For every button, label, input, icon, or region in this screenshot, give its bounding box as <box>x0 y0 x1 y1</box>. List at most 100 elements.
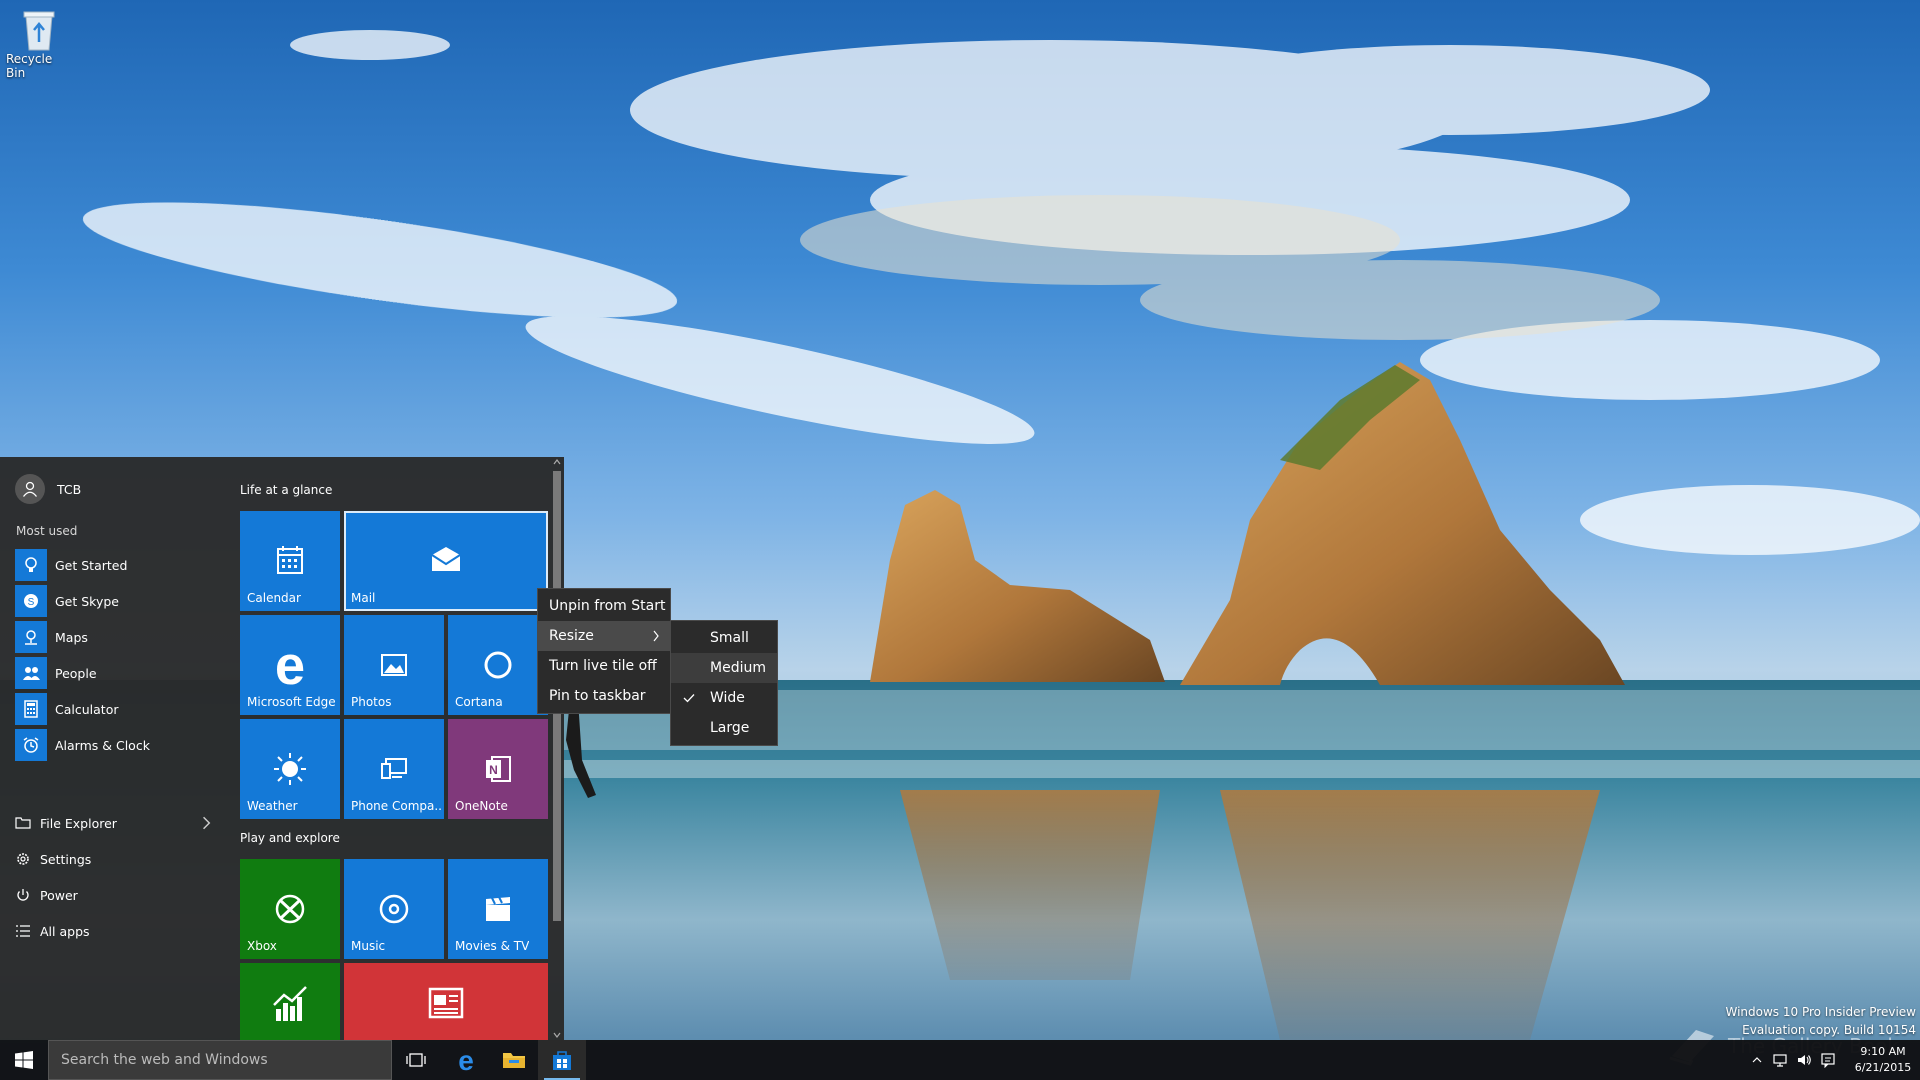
menu-item-medium[interactable]: Medium <box>671 653 777 683</box>
mail-icon <box>431 547 461 571</box>
folder-icon <box>503 1053 525 1068</box>
taskbar-edge-button[interactable]: e <box>442 1040 490 1080</box>
user-name: TCB <box>57 481 82 497</box>
chevron-right-icon <box>653 630 659 642</box>
desktop: Recycle Bin TCB Most used Get Started S … <box>0 0 1920 1080</box>
calculator-icon <box>24 700 38 718</box>
tile-onenote[interactable]: N OneNote <box>448 719 548 819</box>
tile-context-menu: Unpin from Start Resize Turn live tile o… <box>537 588 671 714</box>
taskbar-store-button[interactable] <box>538 1040 586 1080</box>
menu-item-pin-to-taskbar[interactable]: Pin to taskbar <box>538 681 670 711</box>
taskbar-file-explorer-button[interactable] <box>490 1040 538 1080</box>
app-item-get-skype[interactable]: S Get Skype <box>15 583 215 619</box>
tile-music[interactable]: Music <box>344 859 444 959</box>
tile-phone-companion[interactable]: Phone Compa... <box>344 719 444 819</box>
taskbar: e 9:10 AM 6/21/2015 <box>0 1040 1920 1080</box>
list-icon <box>16 925 30 937</box>
user-icon <box>22 481 38 497</box>
scroll-down-icon[interactable] <box>551 1030 563 1040</box>
lightbulb-icon <box>25 557 37 572</box>
clock-date: 6/21/2015 <box>1854 1061 1912 1074</box>
svg-text:N: N <box>489 763 498 777</box>
search-input[interactable] <box>59 1051 379 1069</box>
user-account-button[interactable]: TCB <box>15 474 81 504</box>
tile-microsoft-edge[interactable]: e Microsoft Edge <box>240 615 340 715</box>
tile-mail[interactable]: Mail <box>344 511 548 611</box>
app-item-maps[interactable]: Maps <box>15 619 215 655</box>
tile-xbox[interactable]: Xbox <box>240 859 340 959</box>
xbox-icon <box>275 894 305 924</box>
svg-text:e: e <box>458 1047 474 1073</box>
volume-icon[interactable] <box>1796 1052 1812 1068</box>
scroll-up-icon[interactable] <box>551 457 563 467</box>
app-item-get-started[interactable]: Get Started <box>15 547 215 583</box>
menu-item-resize[interactable]: Resize <box>538 621 670 651</box>
folder-icon <box>15 817 31 829</box>
file-explorer-button[interactable]: File Explorer <box>15 809 215 837</box>
alarm-clock-icon <box>23 737 39 753</box>
gear-icon <box>17 853 29 865</box>
most-used-list: Get Started S Get Skype Maps People Calc… <box>15 547 215 763</box>
clock-time: 9:10 AM <box>1860 1045 1906 1058</box>
tile-calendar[interactable]: Calendar <box>240 511 340 611</box>
news-icon <box>428 987 464 1019</box>
task-view-button[interactable] <box>392 1040 440 1080</box>
menu-item-turn-live-tile-off[interactable]: Turn live tile off <box>538 651 670 681</box>
tile-cortana[interactable]: Cortana <box>448 615 548 715</box>
all-apps-button[interactable]: All apps <box>15 917 215 945</box>
power-icon <box>17 889 29 901</box>
windows-logo-icon <box>15 1051 33 1069</box>
tile-photos[interactable]: Photos <box>344 615 444 715</box>
maps-icon <box>25 630 37 645</box>
tile-movies-tv[interactable]: Movies & TV <box>448 859 548 959</box>
recycle-bin-icon <box>23 11 55 51</box>
start-button[interactable] <box>0 1040 48 1080</box>
settings-button[interactable]: Settings <box>15 845 215 873</box>
app-item-people[interactable]: People <box>15 655 215 691</box>
group-label-life-at-a-glance: Life at a glance <box>240 483 333 497</box>
menu-item-large[interactable]: Large <box>671 713 777 743</box>
recycle-bin-shortcut[interactable]: Recycle Bin <box>6 8 72 80</box>
chevron-up-icon[interactable] <box>1750 1053 1764 1067</box>
app-item-calculator[interactable]: Calculator <box>15 691 215 727</box>
app-item-alarms-clock[interactable]: Alarms & Clock <box>15 727 215 763</box>
svg-text:e: e <box>275 639 305 691</box>
taskbar-clock[interactable]: 9:10 AM 6/21/2015 <box>1850 1044 1916 1076</box>
music-disc-icon <box>379 894 409 924</box>
menu-item-small[interactable]: Small <box>671 623 777 653</box>
clapperboard-icon <box>486 896 510 921</box>
edge-icon: e <box>275 639 305 691</box>
menu-item-wide[interactable]: Wide <box>671 683 777 713</box>
avatar <box>15 474 45 504</box>
start-menu: TCB Most used Get Started S Get Skype Ma… <box>0 457 564 1040</box>
sun-icon <box>274 753 306 785</box>
group-label-play-and-explore: Play and explore <box>240 831 340 845</box>
recycle-bin-label: Recycle Bin <box>6 52 53 80</box>
resize-submenu: Small Medium Wide Large <box>670 620 778 746</box>
power-button[interactable]: Power <box>15 881 215 909</box>
action-center-icon[interactable] <box>1820 1052 1836 1068</box>
calendar-icon <box>277 546 303 574</box>
tile-news[interactable] <box>344 963 548 1040</box>
chevron-right-icon[interactable] <box>199 815 215 831</box>
phone-companion-icon <box>381 758 407 779</box>
start-menu-scrollbar[interactable] <box>551 457 563 1040</box>
menu-item-unpin-from-start[interactable]: Unpin from Start <box>538 591 670 621</box>
most-used-label: Most used <box>16 524 78 538</box>
tile-money[interactable] <box>240 963 340 1040</box>
edge-icon: e <box>458 1047 474 1073</box>
system-tray <box>1750 1040 1836 1080</box>
store-bag-icon <box>553 1051 571 1070</box>
cortana-icon <box>484 651 512 679</box>
task-view-icon <box>406 1053 426 1067</box>
people-icon <box>23 667 40 680</box>
skype-icon: S <box>24 594 38 608</box>
checkmark-icon <box>683 694 695 703</box>
photos-icon <box>381 654 407 676</box>
network-icon[interactable] <box>1772 1052 1788 1068</box>
onenote-icon: N <box>486 756 511 782</box>
taskbar-search-box[interactable] <box>48 1040 392 1080</box>
tile-weather[interactable]: Weather <box>240 719 340 819</box>
chart-icon <box>273 986 307 1021</box>
svg-text:S: S <box>28 597 35 608</box>
